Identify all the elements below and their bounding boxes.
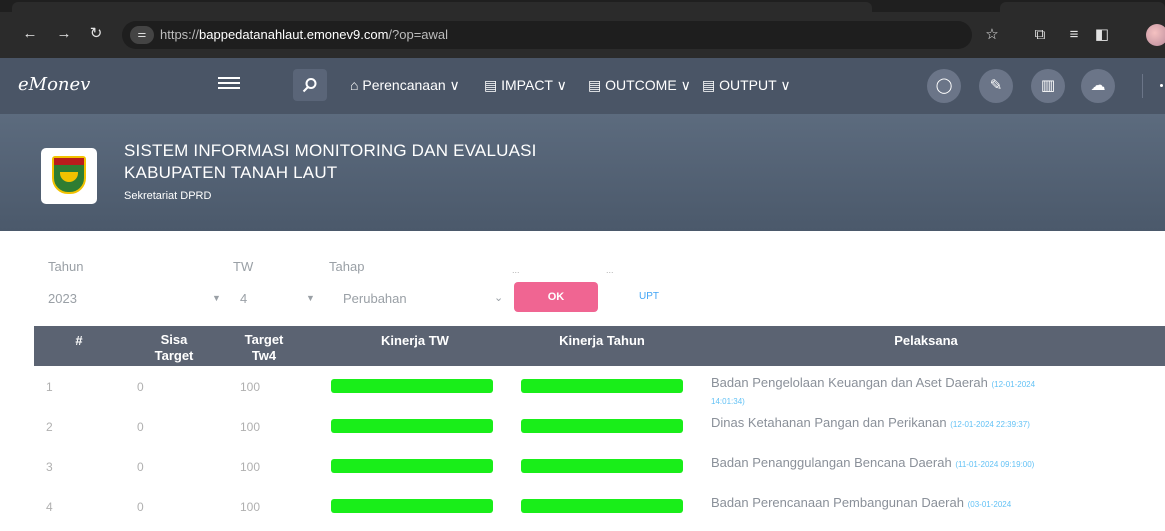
tw-select[interactable]: 4	[240, 291, 247, 306]
pelaksana-cell: Badan Perencanaan Pembangunan Daerah (03…	[711, 495, 1012, 510]
nav-divider	[1142, 74, 1143, 98]
row-number: 1	[46, 380, 53, 394]
app-navbar: eMonev ⌂ Perencanaan ∨ ▤ IMPACT ∨ ▤ OUTC…	[0, 58, 1165, 114]
pelaksana-cell: Badan Pengelolaan Keuangan dan Aset Daer…	[711, 375, 1036, 406]
col-kinerja-tahun: Kinerja Tahun	[559, 333, 645, 348]
sisa-target-cell: 0	[137, 460, 144, 474]
chevron-down-icon[interactable]: ▼	[306, 293, 315, 303]
col-kinerja-tw: Kinerja TW	[381, 333, 449, 348]
chart-icon[interactable]: ▥	[1031, 69, 1065, 103]
table-row: 1 0 100 Badan Pengelolaan Keuangan dan A…	[34, 371, 1165, 411]
chevron-down-icon[interactable]: ▼	[212, 293, 221, 303]
browser-toolbar: ← → ↻ ⚌ https://bappedatanahlaut.emonev9…	[0, 12, 1165, 58]
table-row: 3 0 100 Badan Penanggulangan Bencana Dae…	[34, 451, 1165, 491]
col-target-tw4: Target Tw4	[244, 332, 284, 363]
extra-filter-label-1: ...	[512, 265, 520, 275]
back-icon[interactable]: ←	[20, 24, 40, 44]
kinerja-tw-progress-bar	[331, 379, 493, 393]
url-text[interactable]: https://bappedatanahlaut.emonev9.com/?op…	[160, 27, 448, 42]
table-header: # Sisa Target Target Tw4 Kinerja TW Kine…	[34, 326, 1165, 366]
target-cell: 100	[240, 380, 261, 394]
pelaksana-cell: Badan Penanggulangan Bencana Daerah (11-…	[711, 455, 1035, 470]
ok-button[interactable]: OK	[514, 282, 598, 312]
menu-output[interactable]: ▤ OUTPUT ∨	[702, 77, 791, 94]
kinerja-tw-progress-bar	[331, 459, 493, 473]
sisa-target-cell: 0	[137, 380, 144, 394]
title-line-2: KABUPATEN TANAH LAUT	[124, 163, 338, 182]
upt-link[interactable]: UPT	[639, 291, 659, 302]
menu-outcome[interactable]: ▤ OUTCOME ∨	[588, 77, 691, 94]
search-icon	[302, 78, 317, 93]
address-bar[interactable]: ⚌ https://bappedatanahlaut.emonev9.com/?…	[122, 21, 972, 49]
table-row: 2 0 100 Dinas Ketahanan Pangan dan Perik…	[34, 411, 1165, 451]
menu-impact[interactable]: ▤ IMPACT ∨	[484, 77, 567, 94]
side-panel-icon[interactable]: ◧	[1092, 26, 1112, 44]
tahap-select[interactable]: Perubahan	[343, 291, 407, 306]
row-number: 3	[46, 460, 53, 474]
profile-avatar[interactable]	[1146, 24, 1165, 46]
target-cell: 100	[240, 420, 261, 434]
title-line-1: SISTEM INFORMASI MONITORING DAN EVALUASI	[124, 141, 537, 160]
extensions-icon[interactable]: ⧉	[1030, 26, 1050, 44]
col-pelaksana: Pelaksana	[894, 333, 958, 348]
browser-tab-strip	[0, 0, 1165, 12]
page-subtitle: Sekretariat DPRD	[124, 190, 212, 202]
pelaksana-cell: Dinas Ketahanan Pangan dan Perikanan (12…	[711, 415, 1030, 430]
menu-perencanaan[interactable]: ⌂ Perencanaan ∨	[350, 77, 460, 94]
browser-tab[interactable]	[12, 2, 872, 12]
col-number: #	[75, 333, 83, 348]
page-title: SISTEM INFORMASI MONITORING DAN EVALUASI…	[124, 140, 537, 184]
pin-icon[interactable]: ✎	[979, 69, 1013, 103]
kinerja-tahun-progress-bar	[521, 499, 683, 513]
page-header: SISTEM INFORMASI MONITORING DAN EVALUASI…	[0, 114, 1165, 231]
kinerja-tahun-progress-bar	[521, 379, 683, 393]
reading-list-icon[interactable]: ≡	[1064, 26, 1084, 44]
kinerja-tahun-progress-bar	[521, 419, 683, 433]
app-logo[interactable]: eMonev	[18, 74, 90, 95]
update-timestamp: (03-01-2024	[967, 500, 1012, 509]
cloud-upload-icon[interactable]: ☁	[1081, 69, 1115, 103]
chevron-down-icon[interactable]: ⌄	[494, 291, 503, 304]
kinerja-tw-progress-bar	[331, 499, 493, 513]
chat-icon[interactable]: ◯	[927, 69, 961, 103]
browser-tab[interactable]	[1000, 2, 1165, 12]
tahap-label: Tahap	[329, 259, 365, 274]
crest-shield-icon	[52, 156, 86, 194]
forward-icon[interactable]: →	[54, 24, 74, 44]
target-cell: 100	[240, 460, 261, 474]
more-icon[interactable]	[1160, 84, 1163, 87]
kinerja-tahun-progress-bar	[521, 459, 683, 473]
hamburger-menu-icon[interactable]	[218, 74, 240, 92]
update-timestamp: (11-01-2024 09:19:00)	[955, 460, 1035, 469]
regency-crest-logo	[41, 148, 97, 204]
table-row: 4 0 100 Badan Perencanaan Pembangunan Da…	[34, 491, 1165, 531]
update-timestamp: (12-01-2024 22:39:37)	[950, 420, 1030, 429]
reload-icon[interactable]: ↻	[86, 24, 106, 44]
kinerja-tw-progress-bar	[331, 419, 493, 433]
tahun-label: Tahun	[48, 259, 84, 274]
site-settings-icon[interactable]: ⚌	[130, 26, 154, 44]
tw-label: TW	[233, 259, 254, 274]
sisa-target-cell: 0	[137, 420, 144, 434]
extra-filter-label-2: ...	[606, 265, 614, 275]
search-button[interactable]	[293, 69, 327, 101]
row-number: 2	[46, 420, 53, 434]
bookmark-star-icon[interactable]: ☆	[982, 26, 1002, 44]
tahun-select[interactable]: 2023	[48, 291, 77, 306]
col-sisa-target: Sisa Target	[154, 332, 194, 363]
